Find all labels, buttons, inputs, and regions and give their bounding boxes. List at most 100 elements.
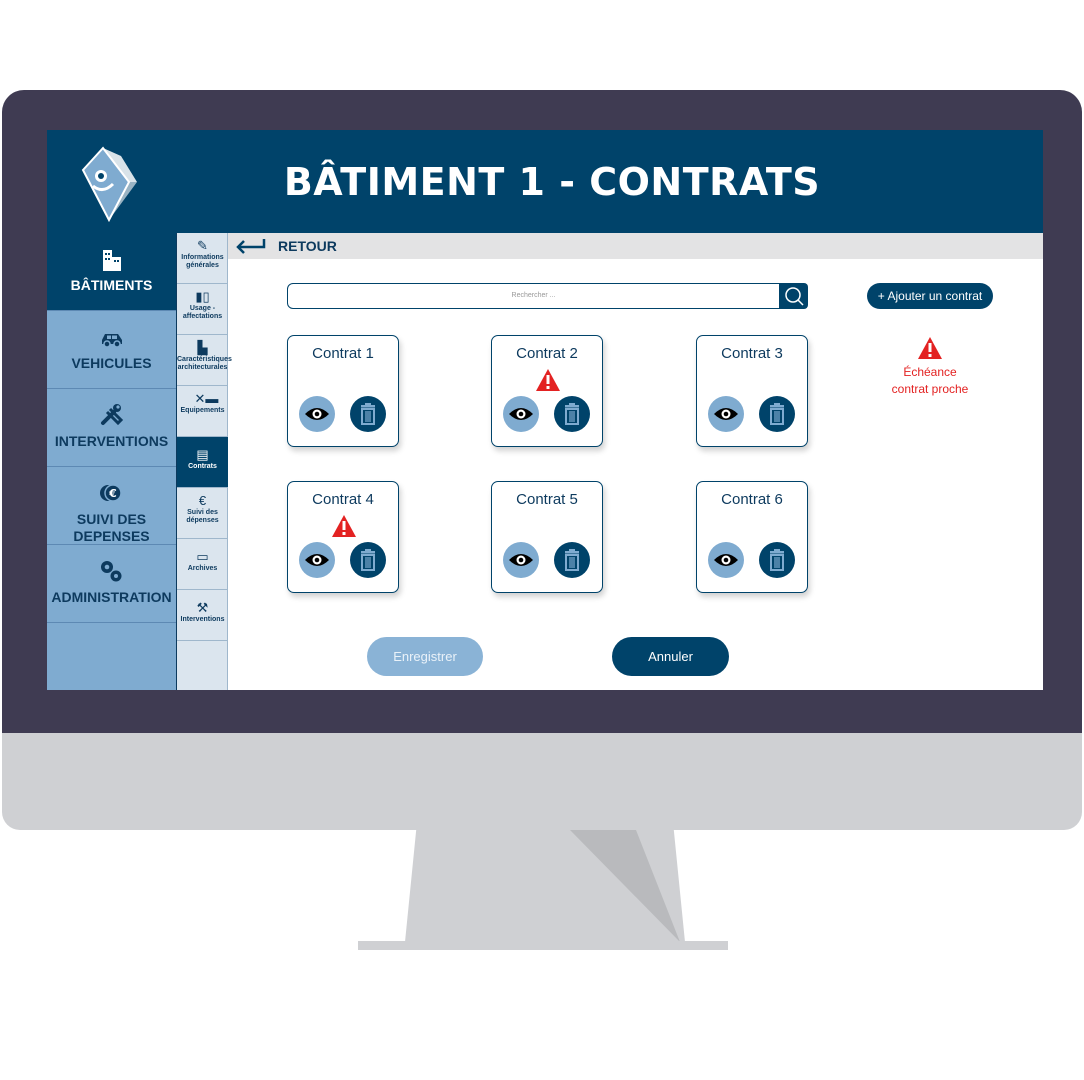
subnav-item-contrats[interactable]: ▤ Contrats (177, 437, 228, 488)
warning-icon (536, 369, 560, 391)
sidebar-item-label: SUIVI DES DEPENSES (73, 511, 150, 544)
sidebar-item-batiments[interactable]: BÂTIMENTS (47, 233, 176, 311)
app-logo-icon[interactable] (69, 142, 143, 222)
edit-doc-icon: ✎ (197, 238, 208, 253)
contract-name: Contrat 2 (516, 345, 578, 362)
cancel-button[interactable]: Annuler (612, 637, 729, 676)
subnav-item-label: Equipements (180, 407, 225, 414)
subnav-item-label: Contrats (188, 463, 217, 470)
save-button[interactable]: Enregistrer (367, 637, 483, 676)
sidebar-item-label: BÂTIMENTS (70, 277, 153, 293)
search-input[interactable]: Rechercher ... (287, 283, 780, 309)
eye-icon (714, 408, 738, 420)
contract-card[interactable]: Contrat 1 (287, 335, 399, 447)
contract-name: Contrat 4 (312, 491, 374, 508)
eye-icon (305, 554, 329, 566)
view-button[interactable] (299, 542, 335, 578)
sidebar-item-administration[interactable]: ADMINISTRATION (47, 545, 176, 623)
app-header: BÂTIMENT 1 - CONTRATS (47, 130, 1043, 233)
building-icon (102, 250, 121, 271)
delete-button[interactable] (350, 396, 386, 432)
search-icon (785, 287, 804, 306)
folder-icon: ▭ (196, 549, 209, 564)
view-button[interactable] (708, 396, 744, 432)
monitor-stand-base (358, 941, 728, 950)
delete-button[interactable] (554, 396, 590, 432)
subnav-item-usage[interactable]: ▮▯ Usage - affectations (177, 284, 228, 335)
subnav-item-label: Archives (187, 565, 218, 572)
euro-coins-icon: € (198, 493, 207, 508)
trash-icon (361, 549, 375, 571)
sidebar-item-vehicules[interactable]: VEHICULES (47, 311, 176, 389)
euro-coins-icon: € (99, 484, 122, 502)
subnav-item-informations[interactable]: ✎ Informations générales (177, 233, 228, 284)
view-button[interactable] (708, 542, 744, 578)
delete-button[interactable] (759, 542, 795, 578)
search-placeholder: Rechercher ... (511, 292, 556, 299)
contract-name: Contrat 5 (516, 491, 578, 508)
building-icon: ▙ (197, 340, 208, 355)
equipment-icon: ✕▬ (194, 391, 219, 406)
view-button[interactable] (503, 396, 539, 432)
add-contract-button[interactable]: + Ajouter un contrat (867, 283, 993, 309)
delete-button[interactable] (554, 542, 590, 578)
eye-icon (305, 408, 329, 420)
sidebar-item-label: ADMINISTRATION (51, 589, 172, 605)
app-screen: BÂTIMENT 1 - CONTRATS BÂTIMENTS VEHICULE… (47, 130, 1043, 690)
subnav-item-label: Suivi des dépenses (186, 509, 219, 524)
usage-icon: ▮▯ (195, 289, 210, 304)
subnav-item-label: Informations générales (181, 254, 224, 269)
contract-name: Contrat 1 (312, 345, 374, 362)
warning-icon (332, 515, 356, 537)
view-button[interactable] (503, 542, 539, 578)
car-icon (101, 334, 122, 348)
sidebar-item-label: VEHICULES (71, 355, 152, 371)
main-sidebar: BÂTIMENTS VEHICULES INTERVENTIONS € SUIV… (47, 233, 176, 690)
trash-icon (770, 549, 784, 571)
trash-icon (361, 403, 375, 425)
contract-card[interactable]: Contrat 2 (491, 335, 603, 447)
sub-sidebar: ✎ Informations générales ▮▯ Usage - affe… (176, 233, 232, 690)
contract-card[interactable]: Contrat 4 (287, 481, 399, 593)
subnav-item-suivi-depenses[interactable]: € Suivi des dépenses (177, 488, 228, 539)
search-button[interactable] (779, 283, 808, 309)
tools-icon (100, 404, 123, 426)
subnav-item-interventions[interactable]: ⚒ Interventions (177, 590, 228, 641)
subnav-item-label: Interventions (180, 616, 225, 623)
view-button[interactable] (299, 396, 335, 432)
delete-button[interactable] (350, 542, 386, 578)
contract-icon: ▤ (196, 447, 209, 462)
sidebar-item-suivi-depenses[interactable]: € SUIVI DES DEPENSES (47, 467, 176, 545)
svg-text:€: € (108, 487, 117, 500)
trash-icon (565, 403, 579, 425)
warning-icon (918, 337, 942, 359)
gears-icon (100, 561, 121, 582)
back-arrow-icon[interactable] (234, 235, 266, 255)
legend-line-2: contrat proche (891, 382, 969, 396)
subnav-item-label: Usage - affectations (182, 305, 223, 320)
warning-legend: Échéance contrat proche (867, 336, 993, 398)
monitor-chin (2, 733, 1082, 830)
subnav-item-label: Caractéristiques architecturales (177, 356, 232, 371)
eye-icon (509, 554, 533, 566)
back-bar: RETOUR (228, 233, 1043, 259)
contract-card[interactable]: Contrat 5 (491, 481, 603, 593)
eye-icon (714, 554, 738, 566)
subnav-item-caracteristiques[interactable]: ▙ Caractéristiques architecturales (177, 335, 232, 386)
trash-icon (770, 403, 784, 425)
page-title: BÂTIMENT 1 - CONTRATS (283, 160, 821, 204)
contract-name: Contrat 3 (721, 345, 783, 362)
sidebar-item-interventions[interactable]: INTERVENTIONS (47, 389, 176, 467)
trash-icon (565, 549, 579, 571)
contract-card[interactable]: Contrat 6 (696, 481, 808, 593)
subnav-item-equipements[interactable]: ✕▬ Equipements (177, 386, 228, 437)
tools-icon: ⚒ (196, 600, 209, 615)
delete-button[interactable] (759, 396, 795, 432)
eye-icon (509, 408, 533, 420)
contract-card[interactable]: Contrat 3 (696, 335, 808, 447)
subnav-item-archives[interactable]: ▭ Archives (177, 539, 228, 590)
back-link[interactable]: RETOUR (278, 238, 337, 254)
legend-line-1: Échéance (903, 365, 957, 379)
contract-name: Contrat 6 (721, 491, 783, 508)
sidebar-item-label: INTERVENTIONS (54, 433, 169, 449)
